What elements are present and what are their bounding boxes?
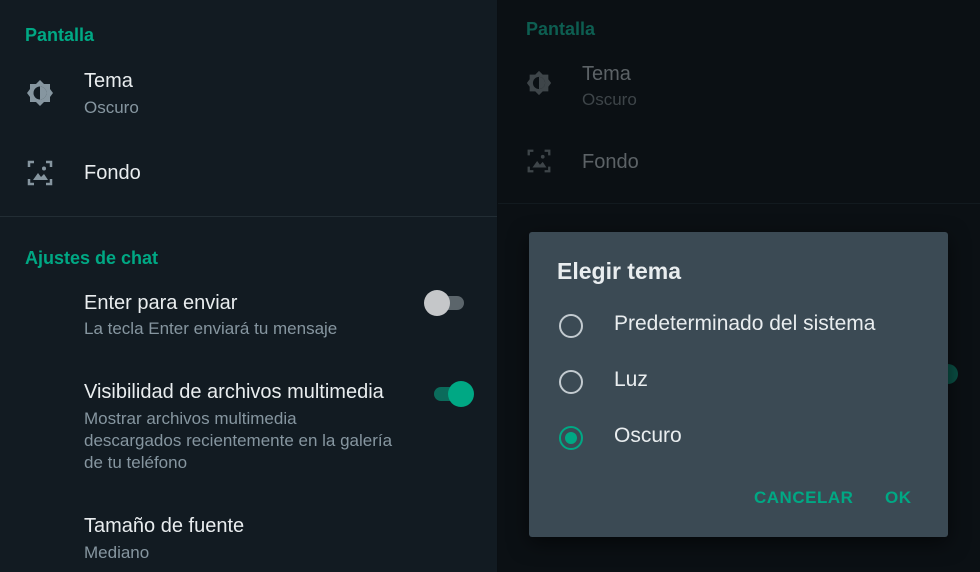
dialog-title: Elegir tema bbox=[557, 258, 681, 284]
setting-title-font-size: Tamaño de fuente bbox=[84, 515, 245, 537]
section-divider bbox=[0, 216, 497, 217]
theme-dialog: Elegir tema Predeterminado del sistema L… bbox=[529, 232, 948, 537]
setting-title-wallpaper: Fondo bbox=[582, 151, 639, 173]
setting-value-theme: Oscuro bbox=[84, 98, 139, 117]
subtitle-line: Mostrar archivos multimedia bbox=[84, 409, 297, 428]
cancel-button[interactable]: CANCELAR bbox=[754, 488, 853, 508]
setting-title-theme: Tema bbox=[84, 70, 133, 92]
wallpaper-icon bbox=[27, 160, 53, 186]
section-header-display: Pantalla bbox=[25, 25, 95, 45]
section-header-display: Pantalla bbox=[526, 19, 596, 39]
brightness-icon bbox=[27, 80, 53, 106]
section-divider bbox=[498, 203, 980, 204]
setting-value-font-size: Mediano bbox=[84, 543, 150, 562]
enter-to-send-toggle[interactable] bbox=[424, 290, 466, 316]
setting-title-media-visibility: Visibilidad de archivos multimedia bbox=[84, 381, 384, 403]
theme-option-light[interactable]: Luz bbox=[529, 356, 948, 406]
settings-panel: Pantalla Tema Oscuro Fondo Ajustes de ch… bbox=[0, 0, 497, 572]
setting-title-theme: Tema bbox=[582, 63, 631, 85]
media-visibility-toggle[interactable] bbox=[434, 380, 476, 408]
wallpaper-icon bbox=[527, 149, 551, 173]
theme-option-dark[interactable]: Oscuro bbox=[529, 412, 948, 462]
subtitle-line: de tu teléfono bbox=[84, 453, 188, 472]
radio-button-selected[interactable] bbox=[559, 426, 583, 450]
setting-value-theme: Oscuro bbox=[582, 90, 637, 109]
option-label: Oscuro bbox=[614, 424, 682, 447]
option-label: Luz bbox=[614, 368, 648, 391]
brightness-icon bbox=[526, 70, 552, 96]
ok-button[interactable]: OK bbox=[885, 488, 912, 508]
setting-subtitle-media-visibility: Mostrar archivos multimedia descargados … bbox=[84, 408, 434, 474]
section-header-chat: Ajustes de chat bbox=[25, 248, 159, 268]
subtitle-line: descargados recientemente en la galería bbox=[84, 431, 393, 450]
setting-title-wallpaper: Fondo bbox=[84, 162, 141, 184]
radio-button[interactable] bbox=[559, 370, 583, 394]
radio-button[interactable] bbox=[559, 314, 583, 338]
setting-subtitle-enter-to-send: La tecla Enter enviará tu mensaje bbox=[84, 319, 338, 338]
option-label: Predeterminado del sistema bbox=[614, 312, 876, 335]
setting-title-enter-to-send: Enter para enviar bbox=[84, 292, 238, 314]
theme-option-system[interactable]: Predeterminado del sistema bbox=[529, 300, 948, 350]
